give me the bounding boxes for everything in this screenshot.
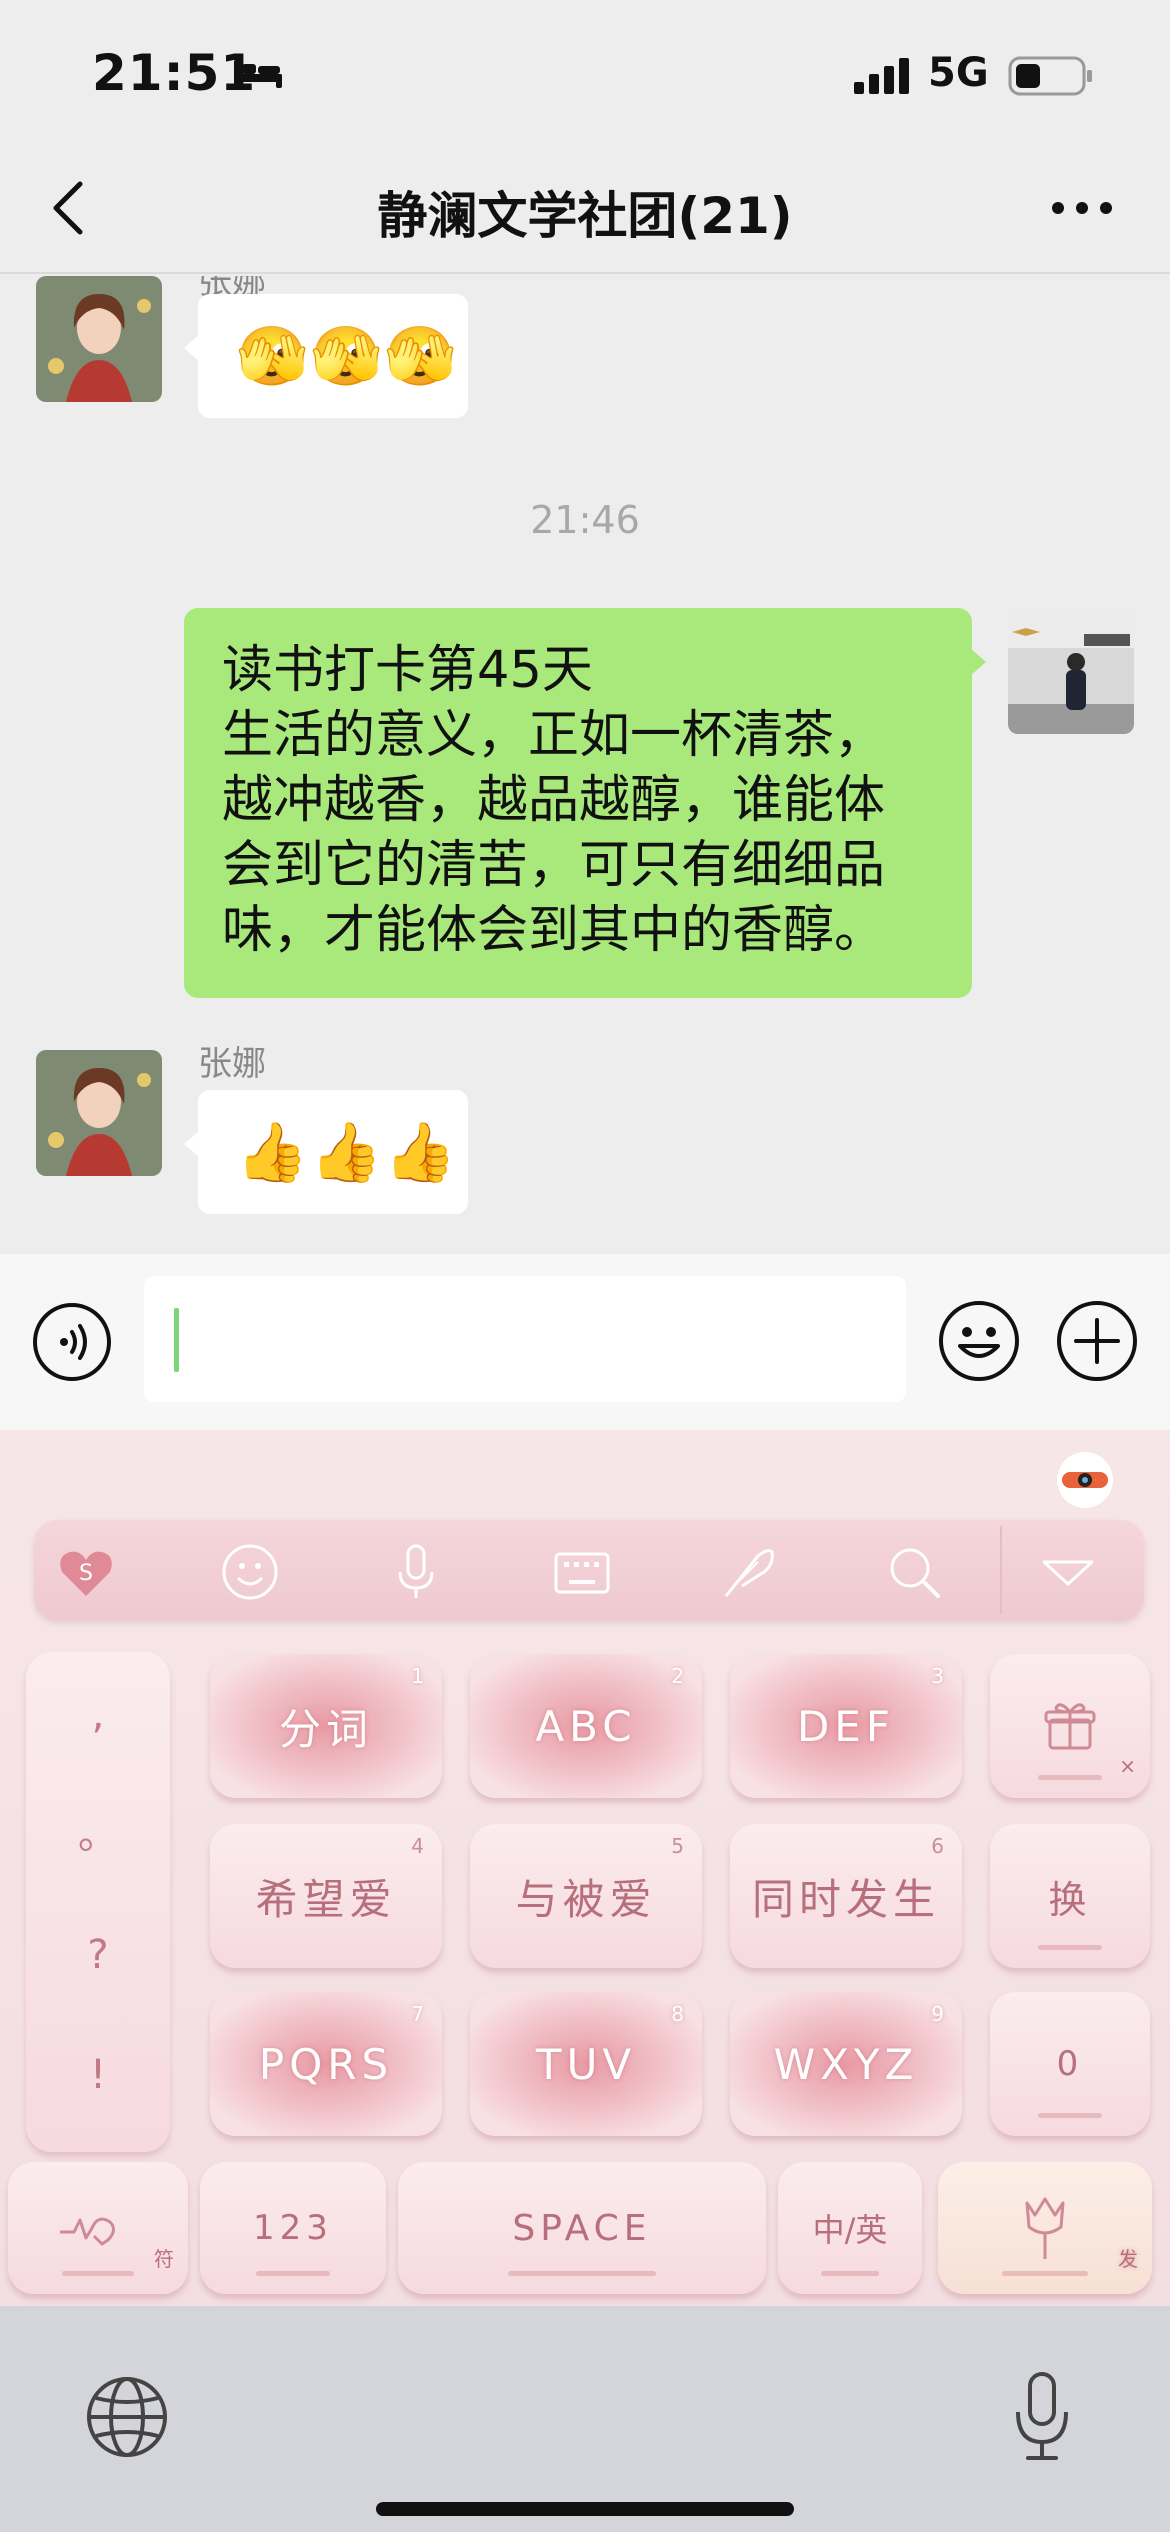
cellular-signal-icon xyxy=(854,58,909,94)
key-5-jkl[interactable]: 与被爱 5 xyxy=(470,1824,702,1968)
punct-key-period[interactable]: 。 xyxy=(26,1802,170,1860)
punct-key-exclaim[interactable]: ! xyxy=(26,2052,170,2098)
message-input[interactable] xyxy=(144,1276,906,1402)
keyboard-icon[interactable] xyxy=(552,1542,612,1602)
system-keyboard-bar xyxy=(0,2306,1170,2532)
emoji-icon[interactable] xyxy=(938,1300,1020,1382)
avatar[interactable] xyxy=(36,1050,162,1176)
key-2-abc[interactable]: ABC 2 xyxy=(470,1654,702,1798)
message-bubble[interactable]: 👍👍👍 xyxy=(184,1090,468,1214)
collapse-keyboard-icon[interactable] xyxy=(1038,1542,1098,1602)
svg-text:S: S xyxy=(79,1561,93,1586)
plus-icon[interactable] xyxy=(1056,1300,1138,1382)
keyboard-toolbar: S xyxy=(34,1520,1144,1620)
tulip-icon xyxy=(1025,2197,1065,2259)
key-8-tuv[interactable]: TUV 8 xyxy=(470,1992,702,2136)
sogou-logo-icon[interactable]: S xyxy=(56,1542,116,1602)
punctuation-column: , 。 ? ! xyxy=(26,1652,170,2152)
numbers-key[interactable]: 123 xyxy=(200,2162,386,2294)
message-text: 读书打卡第45天 生活的意义，正如一杯清茶， 越冲越香，越品越醇，谁能体 会到它… xyxy=(222,641,886,960)
handwriting-feather-icon[interactable] xyxy=(718,1542,778,1602)
avatar[interactable] xyxy=(36,276,162,402)
keyboard-mascot-icon[interactable] xyxy=(1052,1444,1118,1510)
keyboard: S , 。 ? ! 分词 1 ABC 2 DEF 3 希望爱 4 与被爱 5 同… xyxy=(0,1430,1170,2306)
microphone-icon[interactable] xyxy=(386,1542,446,1602)
send-key[interactable]: 发 xyxy=(938,2162,1152,2294)
toolbar-divider xyxy=(1000,1526,1002,1614)
chat-title: 静澜文学社团(21) xyxy=(377,187,793,245)
punct-key-comma[interactable]: , xyxy=(26,1692,170,1738)
key-4-ghi[interactable]: 希望爱 4 xyxy=(210,1824,442,1968)
emoji-face-icon[interactable] xyxy=(220,1542,280,1602)
emoji-content: 👍👍👍 xyxy=(236,1118,459,1186)
home-indicator[interactable] xyxy=(376,2502,794,2516)
globe-icon[interactable] xyxy=(84,2374,170,2460)
symbols-key[interactable]: 符 xyxy=(8,2162,188,2294)
own-message-bubble[interactable]: 读书打卡第45天 生活的意义，正如一杯清茶， 越冲越香，越品越醇，谁能体 会到它… xyxy=(184,608,986,998)
gift-icon xyxy=(1044,1703,1096,1750)
key-0[interactable]: 0 xyxy=(990,1992,1150,2136)
sleep-focus-icon xyxy=(234,60,282,88)
text-cursor xyxy=(174,1308,179,1372)
voice-input-icon[interactable] xyxy=(32,1302,112,1382)
key-3-def[interactable]: DEF 3 xyxy=(730,1654,962,1798)
delete-key[interactable]: × xyxy=(990,1654,1150,1798)
status-bar: 21:51 5G xyxy=(0,0,1170,140)
key-7-pqrs[interactable]: PQRS 7 xyxy=(210,1992,442,2136)
more-options-icon[interactable] xyxy=(1050,198,1114,218)
timestamp: 21:46 xyxy=(530,498,640,542)
network-type: 5G xyxy=(928,50,989,96)
heartbeat-icon xyxy=(60,2217,115,2246)
space-key[interactable]: SPACE xyxy=(398,2162,766,2294)
input-bar xyxy=(0,1254,1170,1430)
language-switch-key[interactable]: 中/英 xyxy=(778,2162,922,2294)
dictation-mic-icon[interactable] xyxy=(1010,2370,1074,2464)
battery-icon xyxy=(1008,56,1092,96)
key-6-mno[interactable]: 同时发生 6 xyxy=(730,1824,962,1968)
key-1-segment[interactable]: 分词 1 xyxy=(210,1654,442,1798)
key-9-wxyz[interactable]: WXYZ 9 xyxy=(730,1992,962,2136)
own-avatar[interactable] xyxy=(1008,608,1134,734)
chat-header: 静澜文学社团(21) xyxy=(0,140,1170,274)
emoji-content: 🫣🫣🫣 xyxy=(236,322,459,390)
message-list[interactable]: 张娜 🫣🫣🫣 21:46 读书打卡第45天 生活的意义，正如一杯清茶， 越冲越香… xyxy=(0,276,1170,1254)
punct-key-question[interactable]: ? xyxy=(26,1932,170,1978)
switch-key[interactable]: 换 xyxy=(990,1824,1150,1968)
sender-name: 张娜 xyxy=(198,1044,266,1084)
message-bubble[interactable]: 🫣🫣🫣 xyxy=(184,294,468,418)
search-icon[interactable] xyxy=(884,1542,944,1602)
